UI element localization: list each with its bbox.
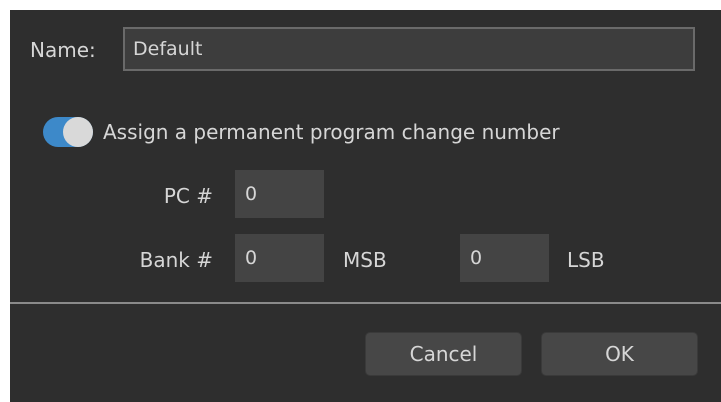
pc-number-input[interactable] [235, 170, 324, 218]
bank-msb-input[interactable] [235, 234, 324, 282]
program-dialog: Name: Assign a permanent program change … [10, 10, 721, 402]
divider [10, 302, 721, 304]
pc-label: PC # [163, 184, 213, 208]
ok-button[interactable]: OK [541, 332, 698, 376]
bank-label: Bank # [139, 248, 213, 272]
name-label: Name: [30, 38, 96, 62]
assign-pc-toggle[interactable] [43, 117, 93, 147]
lsb-label: LSB [567, 248, 605, 272]
msb-label: MSB [343, 248, 387, 272]
bank-lsb-input[interactable] [460, 234, 549, 282]
toggle-knob [63, 117, 93, 147]
name-input[interactable] [123, 27, 695, 71]
assign-pc-label: Assign a permanent program change number [103, 120, 560, 144]
cancel-button[interactable]: Cancel [365, 332, 522, 376]
